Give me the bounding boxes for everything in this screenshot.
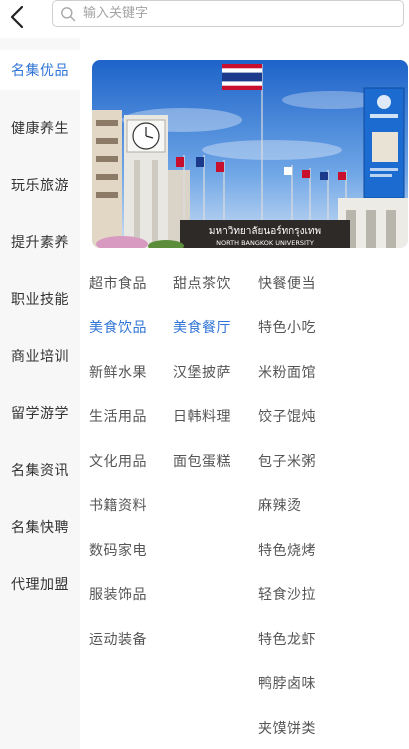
category-salad[interactable]: 轻食沙拉 <box>258 584 316 604</box>
category-snacks[interactable]: 特色小吃 <box>258 317 316 337</box>
category-malatang[interactable]: 麻辣烫 <box>258 495 302 515</box>
category-supermarket-food[interactable]: 超市食品 <box>89 273 147 293</box>
category-noodles[interactable]: 米粉面馆 <box>258 362 316 382</box>
category-japanese-korean[interactable]: 日韩料理 <box>173 406 231 426</box>
search-icon <box>59 5 77 23</box>
category-digital-appliances[interactable]: 数码家电 <box>89 540 147 560</box>
category-sidebar: 名集优品 健康养生 玩乐旅游 提升素养 职业技能 商业培训 留学游学 名集资讯 … <box>0 38 80 749</box>
category-dumplings[interactable]: 饺子馄炖 <box>258 406 316 426</box>
category-stationery[interactable]: 文化用品 <box>89 451 147 471</box>
category-books[interactable]: 书籍资料 <box>89 495 147 515</box>
category-restaurants[interactable]: 美食餐厅 <box>173 317 231 337</box>
back-button[interactable] <box>4 2 30 32</box>
sidebar-item-travel[interactable]: 玩乐旅游 <box>0 165 80 205</box>
category-buns-congee[interactable]: 包子米粥 <box>258 451 316 471</box>
search-box[interactable] <box>52 0 404 27</box>
sidebar-item-business-training[interactable]: 商业培训 <box>0 336 80 376</box>
category-bakery[interactable]: 面包蛋糕 <box>173 451 231 471</box>
university-photo: มหาวิทยาลัยนอร์ทกรุงเทพ NORTH BANGKOK UN… <box>92 60 408 248</box>
category-fresh-fruit[interactable]: 新鲜水果 <box>89 362 147 382</box>
category-food-drinks[interactable]: 美食饮品 <box>89 317 147 337</box>
search-input[interactable] <box>83 2 383 25</box>
sidebar-item-study-abroad[interactable]: 留学游学 <box>0 393 80 433</box>
category-page: 名集优品 健康养生 玩乐旅游 提升素养 职业技能 商业培训 留学游学 名集资讯 … <box>0 0 409 749</box>
sidebar-item-recruit[interactable]: 名集快聘 <box>0 507 80 547</box>
sidebar-item-health[interactable]: 健康养生 <box>0 108 80 148</box>
category-daily-goods[interactable]: 生活用品 <box>89 406 147 426</box>
category-crayfish[interactable]: 特色龙虾 <box>258 629 316 649</box>
sidebar-item-franchise[interactable]: 代理加盟 <box>0 564 80 604</box>
category-bbq[interactable]: 特色烧烤 <box>258 540 316 560</box>
sidebar-item-skills[interactable]: 职业技能 <box>0 279 80 319</box>
category-sports-gear[interactable]: 运动装备 <box>89 629 147 649</box>
chevron-left-icon <box>10 5 24 29</box>
sidebar-item-mingji-youpin[interactable]: 名集优品 <box>0 50 80 90</box>
banner-image[interactable]: มหาวิทยาลัยนอร์ทกรุงเทพ NORTH BANGKOK UN… <box>92 60 408 248</box>
category-flatbread[interactable]: 夹馍饼类 <box>258 718 316 738</box>
category-fast-food[interactable]: 快餐便当 <box>258 273 316 293</box>
sidebar-item-literacy[interactable]: 提升素养 <box>0 222 80 262</box>
banner-sign-thai: มหาวิทยาลัยนอร์ทกรุงเทพ <box>209 225 321 237</box>
banner-sign-english: NORTH BANGKOK UNIVERSITY <box>216 239 314 247</box>
header-bar <box>0 0 409 38</box>
category-desserts-tea[interactable]: 甜点茶饮 <box>173 273 231 293</box>
sidebar-item-news[interactable]: 名集资讯 <box>0 450 80 490</box>
category-content: มหาวิทยาลัยนอร์ทกรุงเทพ NORTH BANGKOK UN… <box>80 38 409 749</box>
category-burger-pizza[interactable]: 汉堡披萨 <box>173 362 231 382</box>
category-duck-neck[interactable]: 鸭脖卤味 <box>258 673 316 693</box>
category-apparel[interactable]: 服装饰品 <box>89 584 147 604</box>
